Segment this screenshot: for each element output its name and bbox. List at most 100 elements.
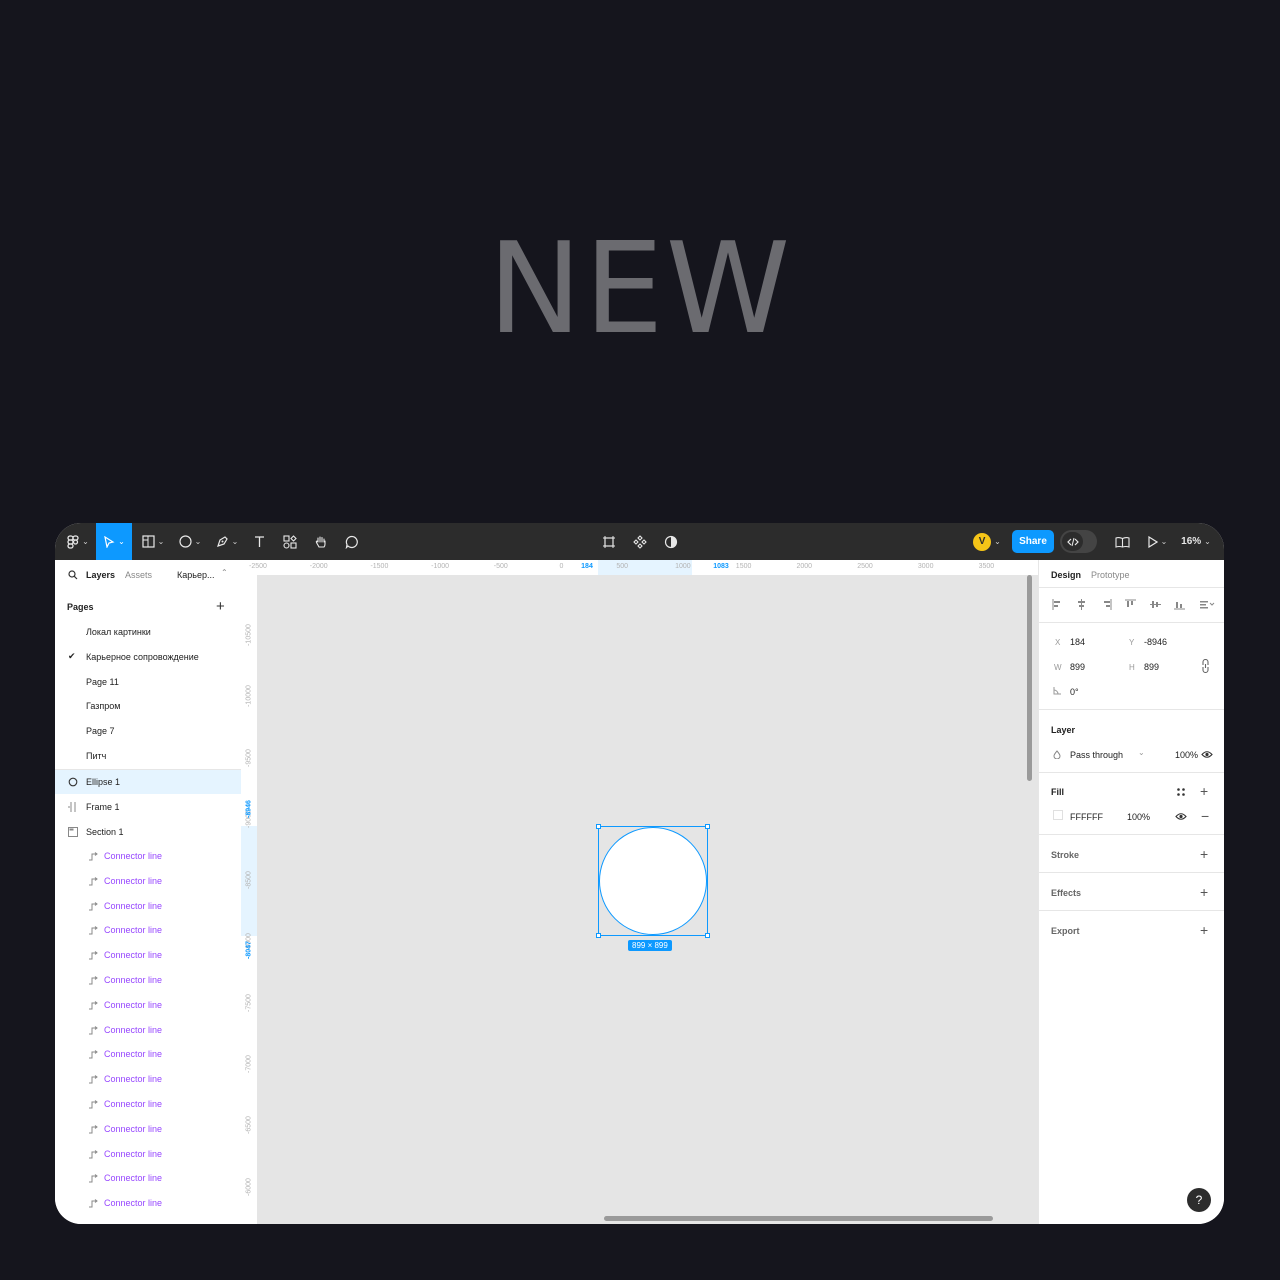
align-top-icon[interactable]: [1125, 598, 1137, 610]
align-bottom-icon[interactable]: [1174, 598, 1186, 610]
connector-label: Connector line: [104, 1074, 163, 1085]
move-tool-button[interactable]: ⌄: [96, 523, 132, 560]
connector-layer-row[interactable]: Connector line: [55, 993, 241, 1017]
add-effect-button[interactable]: +: [1200, 885, 1208, 899]
connector-layer-row[interactable]: Connector line: [55, 869, 241, 893]
page-item[interactable]: Page 11: [55, 670, 241, 694]
fill-color-swatch[interactable]: [1053, 810, 1063, 820]
tab-design[interactable]: Design: [1051, 570, 1081, 580]
connector-layer-row[interactable]: Connector line: [55, 1117, 241, 1141]
layer-section-title: Layer: [1051, 725, 1076, 735]
tab-assets[interactable]: Assets: [125, 570, 152, 580]
text-tool-button[interactable]: [249, 523, 269, 560]
vertical-scrollbar[interactable]: [1027, 575, 1032, 781]
eye-icon[interactable]: [1175, 812, 1187, 821]
connector-layer-row[interactable]: Connector line: [55, 1018, 241, 1042]
resize-handle-bottom-right[interactable]: [705, 933, 710, 938]
add-fill-button[interactable]: +: [1200, 784, 1208, 798]
align-left-icon[interactable]: [1051, 598, 1063, 610]
connector-layer-row[interactable]: Connector line: [55, 1042, 241, 1066]
resize-handle-bottom-left[interactable]: [596, 933, 601, 938]
layer-opacity-field[interactable]: 100%: [1175, 750, 1198, 760]
connector-icon: [88, 926, 98, 937]
w-label: W: [1054, 663, 1062, 672]
comment-tool-button[interactable]: [342, 523, 362, 560]
add-export-button[interactable]: +: [1200, 923, 1208, 937]
chevron-down-icon[interactable]: ⌄: [1138, 748, 1145, 757]
width-field[interactable]: 899: [1070, 662, 1085, 672]
layer-row[interactable]: Section 1: [55, 820, 241, 844]
horizontal-scrollbar[interactable]: [604, 1216, 993, 1221]
h-label: H: [1129, 663, 1135, 672]
tab-layers[interactable]: Layers: [86, 570, 115, 580]
chevron-up-icon[interactable]: ⌃: [221, 568, 228, 577]
align-middle-vertical-icon[interactable]: [1149, 598, 1161, 610]
y-field[interactable]: -8946: [1144, 637, 1167, 647]
page-item[interactable]: Газпром: [55, 694, 241, 718]
connector-layer-row[interactable]: Connector line: [55, 918, 241, 942]
page-item-label: Газпром: [86, 701, 121, 712]
distribute-icon[interactable]: [1198, 598, 1216, 610]
component-button[interactable]: [629, 523, 651, 560]
frame-icon: [68, 801, 78, 812]
page-switcher[interactable]: Карьер...: [177, 570, 214, 580]
remove-fill-button[interactable]: −: [1201, 809, 1209, 823]
connector-layer-row[interactable]: Connector line: [55, 943, 241, 967]
connector-label: Connector line: [104, 1049, 163, 1060]
divider: [1039, 772, 1224, 773]
main-menu-button[interactable]: ⌄: [61, 523, 95, 560]
resize-handle-top-left[interactable]: [596, 824, 601, 829]
pen-tool-button[interactable]: ⌄: [213, 523, 241, 560]
align-center-horizontal-icon[interactable]: [1076, 598, 1088, 610]
rotation-field[interactable]: 0°: [1070, 687, 1079, 697]
rotation-icon: [1053, 687, 1061, 695]
help-button[interactable]: ?: [1187, 1188, 1211, 1212]
share-button[interactable]: Share: [1012, 530, 1054, 553]
align-right-icon[interactable]: [1100, 598, 1112, 610]
connector-layer-row[interactable]: Connector line: [55, 1142, 241, 1166]
constrain-proportions-icon[interactable]: [1201, 659, 1210, 673]
connector-label: Connector line: [104, 1099, 163, 1109]
dev-mode-toggle[interactable]: [1060, 530, 1097, 553]
user-menu[interactable]: V ⌄: [968, 523, 1006, 560]
connector-layer-row[interactable]: Connector line: [55, 1067, 241, 1091]
connector-layer-row[interactable]: Connector line: [55, 1092, 241, 1116]
shape-tool-button[interactable]: ⌄: [176, 523, 204, 560]
add-page-button[interactable]: +: [216, 598, 225, 615]
hand-tool-button[interactable]: [311, 523, 331, 560]
ellipse-selection[interactable]: [596, 824, 710, 938]
mask-button[interactable]: [660, 523, 682, 560]
zoom-menu[interactable]: 16% ⌄: [1178, 523, 1214, 560]
fill-hex-field[interactable]: FFFFFF: [1070, 812, 1103, 822]
page-item[interactable]: Локал картинки: [55, 620, 241, 644]
resize-handle-top-right[interactable]: [705, 824, 710, 829]
connector-layer-row[interactable]: Connector line: [55, 1166, 241, 1190]
styles-grid-icon[interactable]: [1176, 787, 1186, 797]
height-field[interactable]: 899: [1144, 662, 1159, 672]
page-item[interactable]: Page 7: [55, 719, 241, 743]
present-button[interactable]: ⌄: [1143, 523, 1171, 560]
page-item[interactable]: Питч: [55, 744, 241, 768]
connector-layer-row[interactable]: Connector line: [55, 1191, 241, 1215]
ruler-left: -10500 -10000 -9500 -9000 -8500 -8000 -7500 -70…: [241, 575, 258, 1224]
blend-mode-select[interactable]: Pass through: [1070, 750, 1123, 760]
x-field[interactable]: 184: [1070, 637, 1085, 647]
ellipse-shape[interactable]: [599, 827, 707, 935]
resources-button[interactable]: [280, 523, 300, 560]
layer-row[interactable]: Frame 1: [55, 795, 241, 819]
connector-layer-row[interactable]: Connector line: [55, 968, 241, 992]
connector-layer-row[interactable]: Connector line: [55, 894, 241, 918]
canvas[interactable]: 899 × 899: [257, 575, 1038, 1224]
eye-icon[interactable]: [1201, 750, 1213, 759]
fill-opacity-field[interactable]: 100%: [1127, 812, 1150, 822]
frame-tool-button[interactable]: ⌄: [139, 523, 167, 560]
figma-logo-icon: [67, 534, 79, 549]
tab-prototype[interactable]: Prototype: [1091, 570, 1130, 580]
page-item[interactable]: ✔ Карьерное сопровождение: [55, 645, 241, 669]
add-stroke-button[interactable]: +: [1200, 847, 1208, 861]
layer-row[interactable]: Ellipse 1: [55, 770, 241, 794]
connector-layer-row[interactable]: Connector line: [55, 844, 241, 868]
library-button[interactable]: [1111, 523, 1133, 560]
pen-icon: [216, 536, 228, 547]
crop-frame-button[interactable]: [598, 523, 620, 560]
